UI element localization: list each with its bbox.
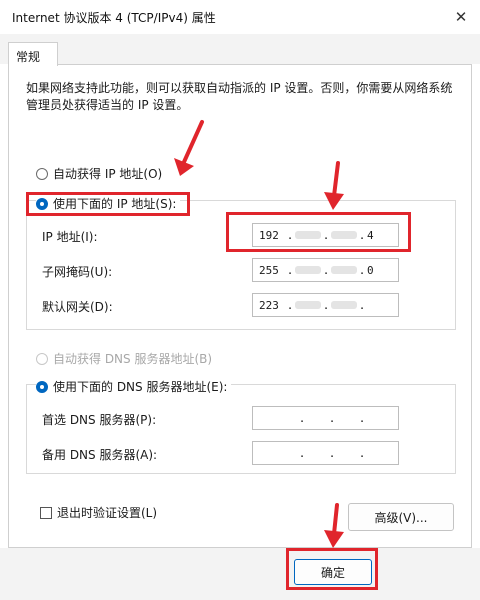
radio-manual-ip-label: 使用下面的 IP 地址(S): bbox=[53, 197, 177, 211]
ip-octet-4: 0 bbox=[367, 263, 374, 277]
ip-dot: . bbox=[298, 446, 306, 460]
close-icon[interactable]: ✕ bbox=[448, 4, 474, 30]
radio-auto-ip[interactable]: 自动获得 IP 地址(O) bbox=[36, 165, 162, 182]
ok-button[interactable]: 确定 bbox=[294, 559, 372, 585]
ip-dot: . bbox=[328, 446, 336, 460]
tab-general[interactable]: 常规 bbox=[8, 42, 58, 66]
radio-manual-dns[interactable]: 使用下面的 DNS 服务器地址(E): bbox=[36, 378, 232, 395]
preferred-dns-input[interactable]: . . . bbox=[252, 406, 399, 430]
radio-circle-icon bbox=[36, 167, 48, 180]
preferred-dns-label: 首选 DNS 服务器(P): bbox=[42, 413, 157, 427]
radio-auto-dns[interactable]: 自动获得 DNS 服务器地址(B) bbox=[36, 350, 212, 367]
dialog-footer bbox=[0, 548, 480, 600]
ip-dot: . bbox=[358, 298, 366, 312]
alternate-dns-label: 备用 DNS 服务器(A): bbox=[42, 448, 158, 462]
ip-dot: . bbox=[286, 263, 294, 277]
radio-selected-icon bbox=[36, 197, 48, 210]
ip-address-input[interactable]: 192 . . . 4 bbox=[252, 223, 399, 247]
ip-octet-4: 4 bbox=[367, 228, 374, 242]
radio-selected-icon bbox=[36, 380, 48, 393]
default-gateway-label: 默认网关(D): bbox=[42, 300, 113, 314]
ip-octet-1: 223 bbox=[259, 298, 279, 312]
description-text: 如果网络支持此功能，则可以获取自动指派的 IP 设置。否则，你需要从网络系统管理… bbox=[26, 81, 453, 112]
title-bar: Internet 协议版本 4 (TCP/IPv4) 属性 ✕ bbox=[0, 0, 480, 34]
window-title: Internet 协议版本 4 (TCP/IPv4) 属性 bbox=[12, 11, 216, 25]
ip-dot: . bbox=[322, 228, 330, 242]
checkbox-box bbox=[40, 506, 52, 519]
ip-octet-3-blurred bbox=[331, 301, 357, 309]
ip-octet-1: 255 bbox=[259, 263, 279, 277]
radio-auto-ip-label: 自动获得 IP 地址(O) bbox=[53, 167, 163, 181]
ip-dot: . bbox=[358, 411, 366, 425]
subnet-mask-input[interactable]: 255 . . . 0 bbox=[252, 258, 399, 282]
alternate-dns-input[interactable]: . . . bbox=[252, 441, 399, 465]
ip-dot: . bbox=[298, 411, 306, 425]
ip-dot: . bbox=[286, 298, 294, 312]
ip-octet-2-blurred bbox=[295, 301, 321, 309]
ip-dot: . bbox=[322, 298, 330, 312]
radio-manual-ip[interactable]: 使用下面的 IP 地址(S): bbox=[36, 195, 181, 212]
ip-octet-2-blurred bbox=[295, 231, 321, 239]
radio-manual-dns-label: 使用下面的 DNS 服务器地址(E): bbox=[53, 380, 228, 394]
radio-auto-dns-label: 自动获得 DNS 服务器地址(B) bbox=[53, 352, 213, 366]
ip-address-label: IP 地址(I): bbox=[42, 230, 98, 244]
ip-dot: . bbox=[322, 263, 330, 277]
ip-octet-1: 192 bbox=[259, 228, 279, 242]
ip-dot: . bbox=[358, 228, 366, 242]
ip-octet-3-blurred bbox=[331, 231, 357, 239]
tab-strip bbox=[0, 34, 480, 64]
validate-on-exit-label: 退出时验证设置(L) bbox=[57, 506, 158, 520]
ip-dot: . bbox=[286, 228, 294, 242]
validate-on-exit-checkbox[interactable]: 退出时验证设置(L) bbox=[40, 504, 157, 521]
radio-circle-icon bbox=[36, 352, 48, 365]
ip-dot: . bbox=[328, 411, 336, 425]
subnet-mask-label: 子网掩码(U): bbox=[42, 265, 113, 279]
ip-dot: . bbox=[358, 446, 366, 460]
ip-octet-3-blurred bbox=[331, 266, 357, 274]
default-gateway-input[interactable]: 223 . . . bbox=[252, 293, 399, 317]
ip-dot: . bbox=[358, 263, 366, 277]
advanced-button[interactable]: 高级(V)... bbox=[348, 503, 454, 531]
ip-octet-2-blurred bbox=[295, 266, 321, 274]
